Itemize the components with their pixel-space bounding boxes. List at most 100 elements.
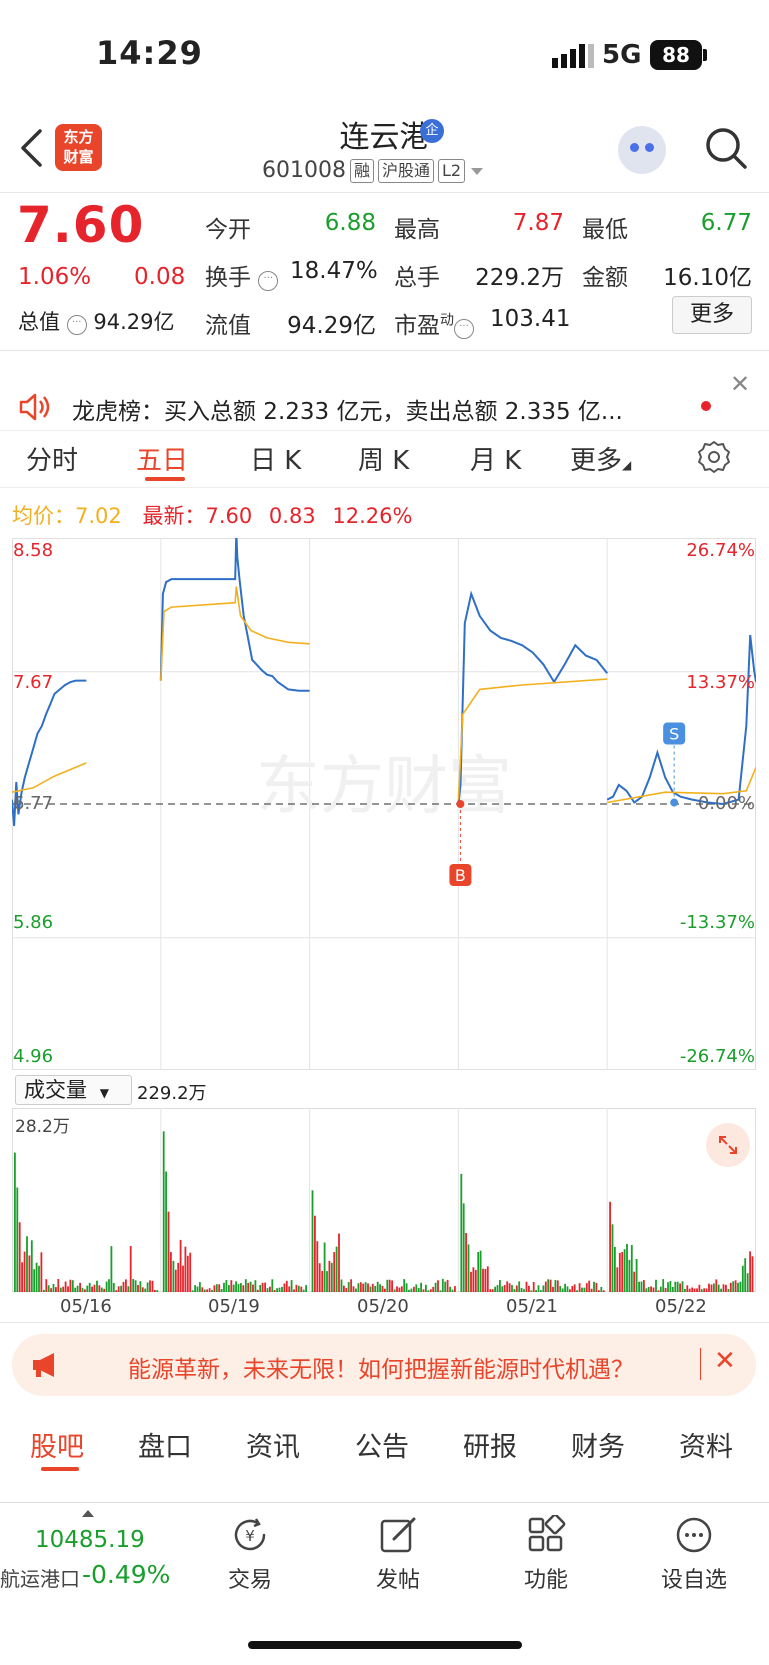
volume-bar (62, 1286, 65, 1292)
search-icon[interactable] (704, 126, 748, 170)
functions-label[interactable]: 功能 (506, 1562, 586, 1594)
volume-bar (305, 1285, 307, 1292)
volume-bar (513, 1289, 516, 1292)
volume-bar (686, 1285, 689, 1292)
y-tick-left: 8.58 (13, 540, 54, 561)
svg-text:¥: ¥ (245, 1527, 255, 1545)
volume-bar (146, 1282, 149, 1292)
caret-up-icon[interactable] (80, 1508, 96, 1518)
volume-bar (343, 1285, 345, 1292)
volume-bar (564, 1283, 566, 1292)
tab-profile[interactable]: 资料 (679, 1425, 733, 1464)
volume-bar (211, 1290, 213, 1292)
volume-bar (129, 1246, 132, 1292)
volume-bar (635, 1259, 638, 1292)
info-icon[interactable]: ··· (454, 319, 474, 339)
volume-bar (18, 1222, 21, 1292)
volume-label: 总手 (394, 265, 440, 291)
edit-icon[interactable] (378, 1515, 418, 1555)
volume-bar (347, 1282, 350, 1292)
post-label[interactable]: 发帖 (358, 1562, 438, 1594)
volume-bar (588, 1280, 591, 1292)
volume-bar (355, 1288, 357, 1292)
latest-value: 7.60 (205, 504, 253, 528)
grid-icon[interactable] (526, 1515, 566, 1555)
volume-bar (583, 1287, 586, 1292)
close-icon[interactable]: ✕ (714, 1346, 736, 1376)
promo-text[interactable]: 能源革新，未来无限！如何把握新能源时代机遇？ (128, 1350, 634, 1384)
volume-bar (314, 1215, 316, 1292)
volume-bar (451, 1289, 454, 1292)
volume-bar (669, 1281, 672, 1292)
y-tick-right: 13.37% (686, 672, 755, 693)
tab-forum[interactable]: 股吧 (30, 1425, 84, 1464)
tab-monthly-k[interactable]: 月 K (470, 440, 521, 477)
volume-bar (729, 1282, 732, 1292)
volume-bar (643, 1280, 645, 1292)
volume-bar (232, 1284, 235, 1292)
x-tick-date: 05/21 (506, 1296, 558, 1317)
tab-daily-k[interactable]: 日 K (250, 440, 301, 477)
gear-icon[interactable] (697, 440, 731, 474)
news-ticker[interactable]: 龙虎榜：买入总额 2.233 亿元，卖出总额 2.335 亿... (72, 392, 623, 426)
total-mv-value: 94.29亿 (93, 310, 175, 334)
tab-five-day[interactable]: 五日 (136, 440, 188, 477)
tab-financials[interactable]: 财务 (571, 1425, 625, 1464)
volume-bar (21, 1262, 23, 1292)
tab-news[interactable]: 资讯 (246, 1425, 300, 1464)
volume-bar (127, 1286, 130, 1292)
current-price: 7.60 (17, 196, 145, 254)
volume-bar (167, 1211, 170, 1292)
unread-dot (701, 401, 711, 411)
latest-change: 0.83 (268, 504, 316, 528)
assistant-avatar-icon[interactable] (618, 126, 666, 174)
yen-icon[interactable]: ¥ (230, 1515, 270, 1555)
volume-bar (647, 1287, 650, 1292)
info-icon[interactable]: ··· (66, 315, 87, 335)
info-icon[interactable]: ··· (258, 271, 279, 291)
volume-bar (503, 1285, 506, 1292)
index-value[interactable]: 10485.19 (35, 1527, 145, 1553)
volume-bar (444, 1281, 447, 1292)
volume-bar (105, 1281, 108, 1292)
volume-bar (338, 1233, 340, 1292)
volume-bar (671, 1287, 674, 1292)
volume-bar (38, 1265, 40, 1292)
volume-bar (515, 1285, 518, 1292)
volume-bar (137, 1285, 139, 1292)
expand-icon[interactable] (706, 1123, 750, 1167)
index-change[interactable]: -0.49% (82, 1560, 170, 1589)
volume-bar (186, 1255, 189, 1292)
volume-bar (708, 1283, 710, 1292)
volume-selector[interactable]: 成交量 ▼ (15, 1075, 132, 1105)
close-icon[interactable]: ✕ (730, 370, 750, 398)
tab-intraday[interactable]: 分时 (26, 440, 78, 477)
tab-order-book[interactable]: 盘口 (138, 1425, 192, 1464)
volume-bar (725, 1284, 727, 1292)
add-watchlist-label[interactable]: 设自选 (654, 1562, 734, 1594)
volume-bar (333, 1252, 336, 1292)
volume-bar (655, 1279, 657, 1292)
volume-bar (79, 1282, 81, 1292)
tab-announcements[interactable]: 公告 (355, 1425, 409, 1464)
tab-more[interactable]: 更多◢ (570, 440, 631, 477)
volume-bar (688, 1288, 691, 1292)
volume-bar (340, 1279, 343, 1292)
volume-bar (384, 1288, 386, 1292)
volume-bar (571, 1286, 574, 1292)
more-icon[interactable] (674, 1515, 714, 1555)
volume-bar (561, 1288, 564, 1292)
tag-connect: 沪股通 (378, 158, 435, 183)
index-name[interactable]: 航运港口 (0, 1563, 80, 1592)
volume-bar (700, 1289, 703, 1292)
more-quote-button[interactable]: 更多 (672, 296, 752, 334)
trade-label[interactable]: 交易 (210, 1562, 290, 1594)
tab-research[interactable]: 研报 (463, 1425, 517, 1464)
volume-bar (91, 1286, 93, 1292)
volume-bar (496, 1285, 499, 1292)
stock-code-row[interactable]: 601008 融 沪股通 L2 (262, 158, 485, 183)
volume-bar (547, 1279, 550, 1292)
y-tick-right: 26.74% (686, 540, 755, 561)
volume-bar (400, 1286, 403, 1292)
tab-weekly-k[interactable]: 周 K (358, 440, 409, 477)
